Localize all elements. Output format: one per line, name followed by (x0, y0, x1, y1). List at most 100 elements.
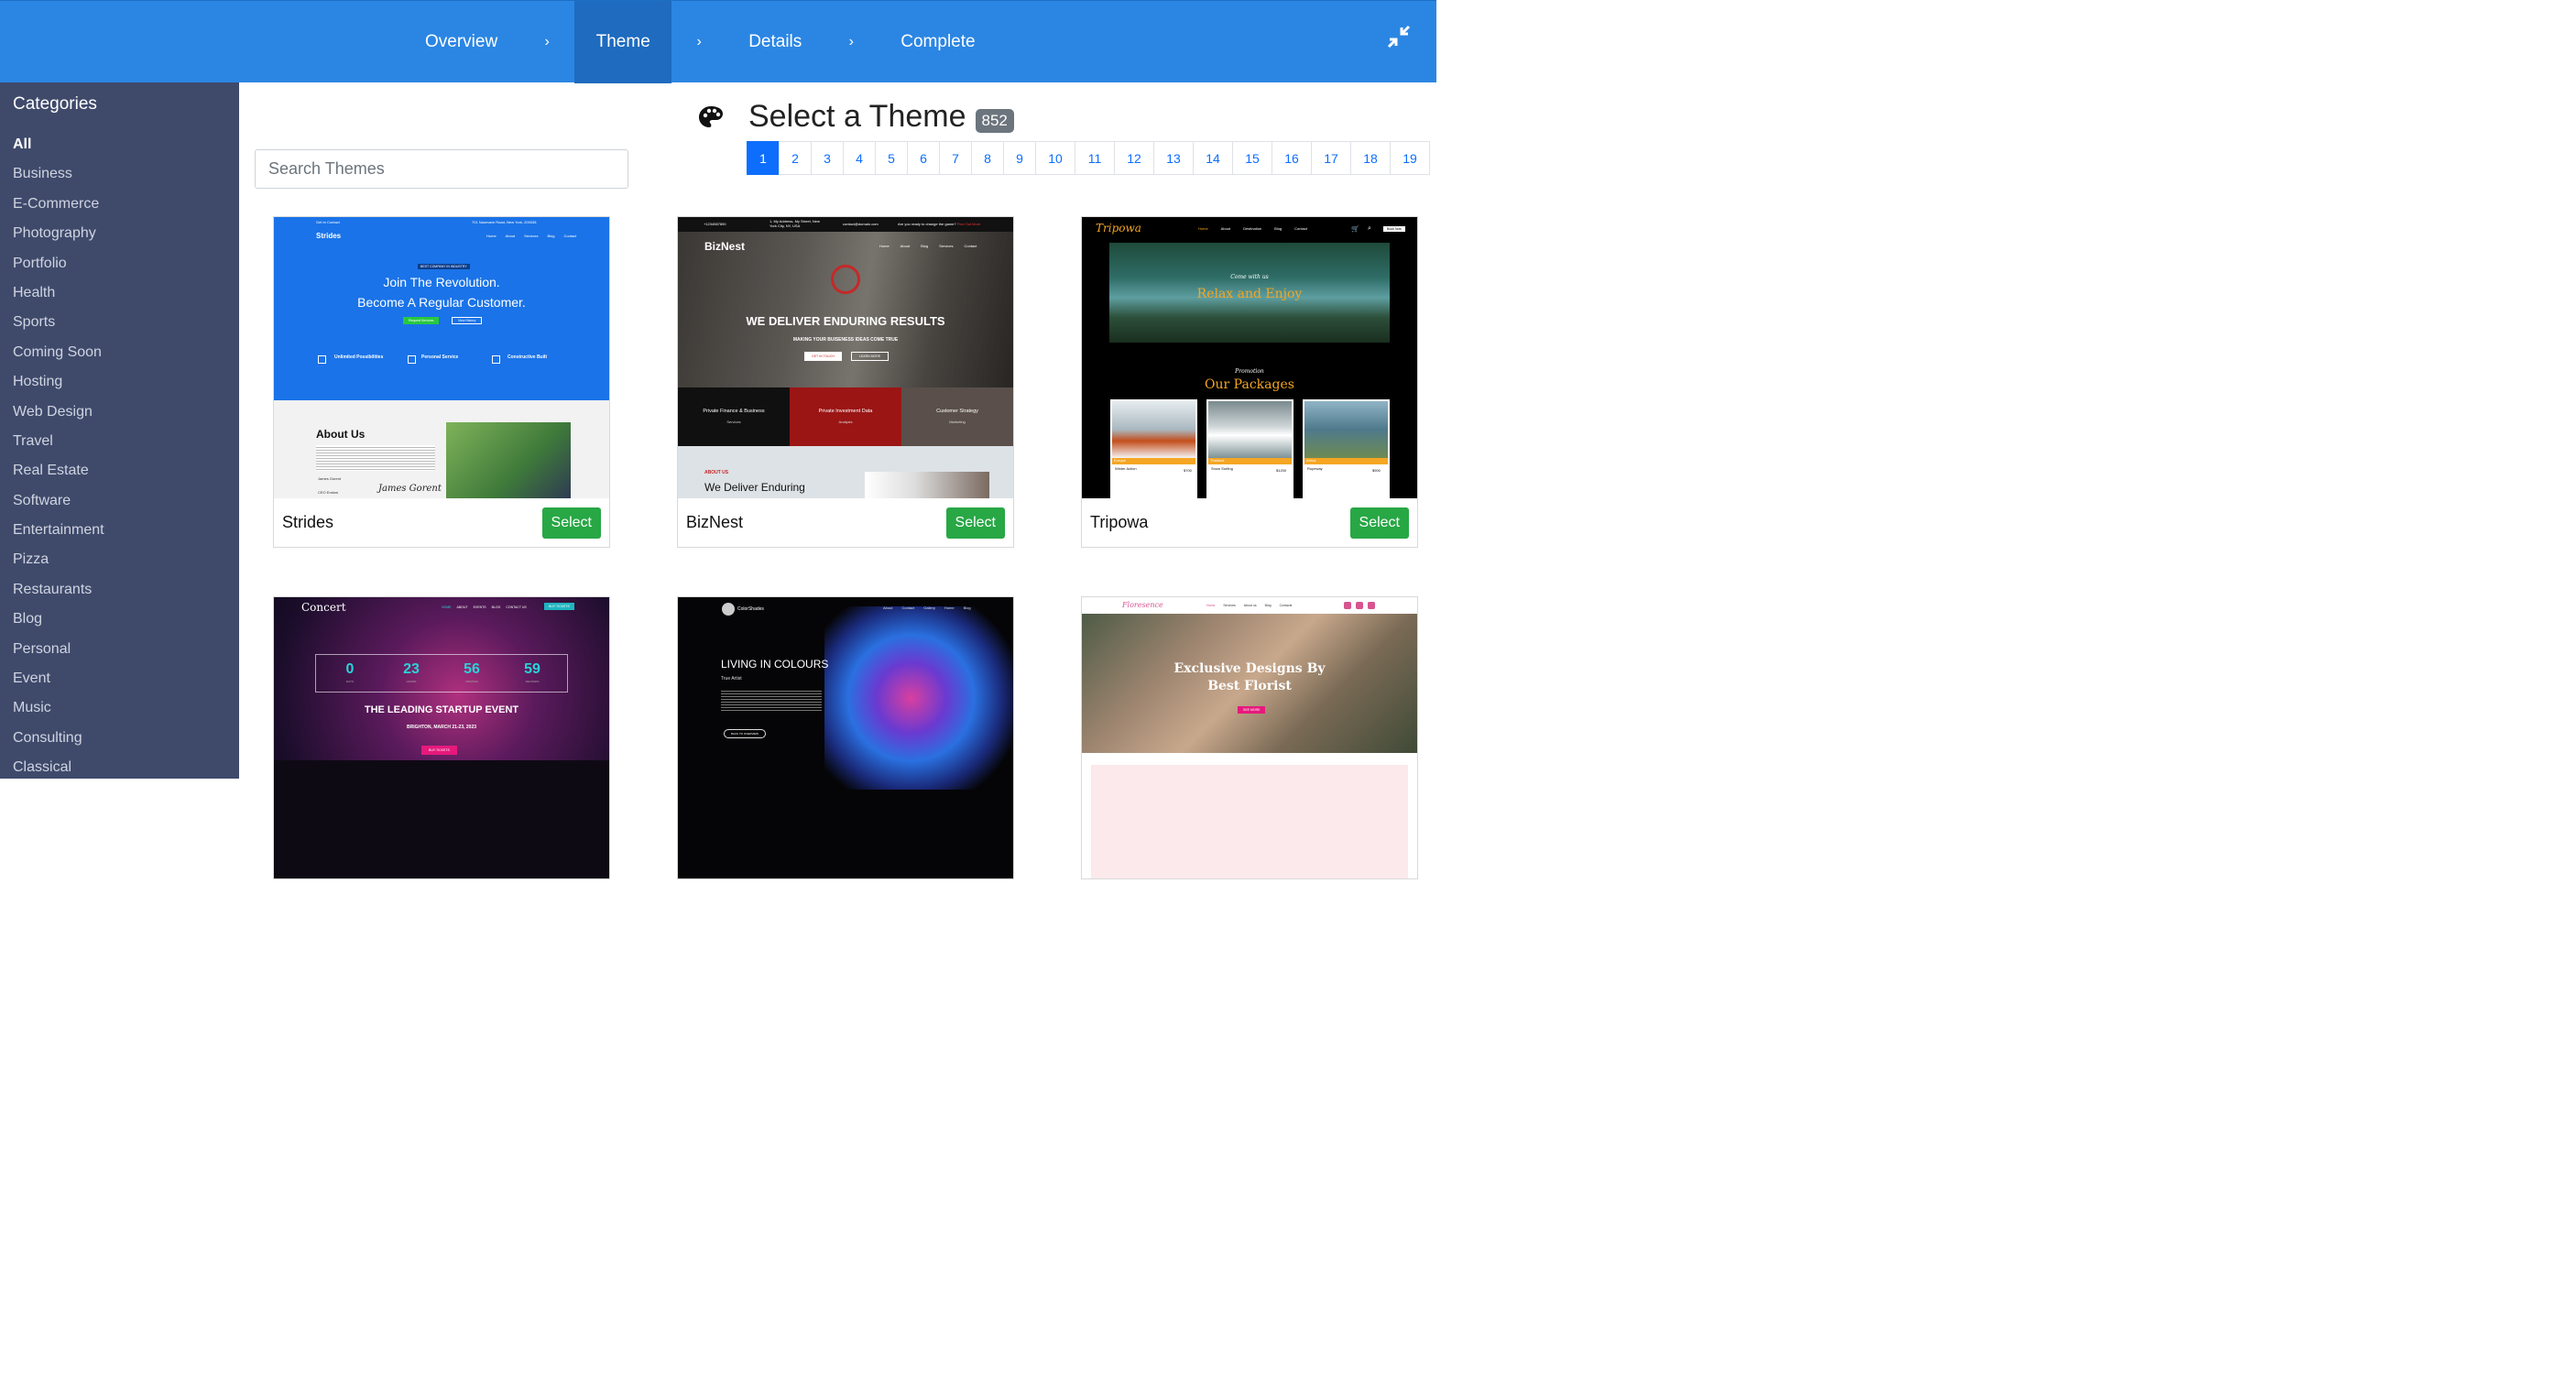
category-real-estate[interactable]: Real Estate (0, 456, 239, 485)
category-entertainment[interactable]: Entertainment (0, 516, 239, 545)
page-13[interactable]: 13 (1153, 141, 1194, 175)
category-sports[interactable]: Sports (0, 308, 239, 337)
preview-text: Thailand (1208, 458, 1292, 464)
preview-text: $700 (1184, 468, 1192, 473)
social-icon (1368, 602, 1375, 609)
card-footer: Strides Select (274, 498, 609, 547)
theme-preview[interactable]: Concert HOME ABOUT EVENTS BLOG CONTACT US BU… (274, 597, 609, 878)
preview-headline: THE LEADING STARTUP EVENT (364, 704, 519, 715)
theme-preview[interactable]: Get In Contact 701 Naumann Road, New Yor… (274, 217, 609, 498)
theme-preview[interactable]: Tripowa Home About Destination Blog Contact … (1082, 217, 1417, 498)
preview-text: James Gorent (318, 476, 342, 481)
preview-text: Analysis (838, 420, 853, 424)
chevron-right-icon: › (544, 34, 550, 49)
page-18[interactable]: 18 (1350, 141, 1391, 175)
preview-text: 0 (345, 661, 355, 677)
preview-text: $1200 (1276, 468, 1287, 473)
page-7[interactable]: 7 (939, 141, 972, 175)
page-3[interactable]: 3 (811, 141, 844, 175)
page-6[interactable]: 6 (907, 141, 940, 175)
category-e-commerce[interactable]: E-Commerce (0, 190, 239, 219)
step-complete[interactable]: Complete (879, 1, 997, 83)
step-overview[interactable]: Overview (403, 1, 519, 83)
chevron-right-icon: › (848, 34, 854, 49)
category-travel[interactable]: Travel (0, 427, 239, 456)
theme-count-badge: 852 (975, 108, 1014, 133)
page-1[interactable]: 1 (747, 141, 780, 175)
page-10[interactable]: 10 (1035, 141, 1075, 175)
preview-text: ABOUT US (704, 470, 729, 475)
theme-preview[interactable]: Floresence Home Services About us Blog Conta… (1082, 597, 1417, 878)
preview-text: CEO Endow (318, 490, 339, 495)
category-hosting[interactable]: Hosting (0, 367, 239, 397)
theme-preview[interactable]: +1234567890 1, My Address, My Street, Ne… (678, 217, 1013, 498)
category-pizza[interactable]: Pizza (0, 545, 239, 574)
preview-paragraph (721, 689, 822, 711)
preview-tile (901, 387, 1013, 446)
page-5[interactable]: 5 (875, 141, 908, 175)
page-header: Select a Theme 852 (697, 99, 1014, 135)
preview-text: BEST COMPANY IN INDUSTRY (418, 264, 470, 269)
preview-nav: Home About Destination Blog Contact (1198, 226, 1307, 231)
category-web-design[interactable]: Web Design (0, 398, 239, 427)
preview-nav: About Contact Gallery Home Blog (883, 605, 971, 610)
search-icon: ⌕ (1368, 225, 1371, 232)
category-health[interactable]: Health (0, 278, 239, 308)
preview-heading: We Deliver Enduring (704, 481, 805, 494)
preview-nav: Home Services About us Blog Contacts (1206, 604, 1293, 607)
preview-text: MINUTES (465, 680, 478, 683)
preview-nav: HOME ABOUT EVENTS BLOG CONTACT US (442, 605, 527, 609)
category-music[interactable]: Music (0, 693, 239, 723)
preview-tile (678, 387, 790, 446)
category-all[interactable]: All (0, 130, 239, 159)
step-theme[interactable]: Theme (574, 1, 672, 83)
theme-name: Strides (282, 513, 334, 531)
preview-button: GET IN TOUCH (804, 352, 842, 361)
select-button[interactable]: Select (945, 507, 1005, 539)
preview-button: Book Now (1383, 226, 1405, 232)
page-4[interactable]: 4 (843, 141, 876, 175)
theme-preview[interactable]: ColorShades About Contact Gallery Home Blog … (678, 597, 1013, 878)
category-business[interactable]: Business (0, 159, 239, 189)
search-input[interactable] (255, 149, 628, 189)
card-footer: BizNest Select (678, 498, 1013, 547)
page-9[interactable]: 9 (1003, 141, 1036, 175)
category-blog[interactable]: Blog (0, 605, 239, 634)
preview-photo (1112, 401, 1195, 458)
category-consulting[interactable]: Consulting (0, 724, 239, 753)
gear-icon (492, 355, 500, 364)
page-2[interactable]: 2 (779, 141, 812, 175)
select-button[interactable]: Select (1349, 507, 1409, 539)
preview-text: HOURS (406, 680, 417, 683)
card-footer: Tripowa Select (1082, 498, 1417, 547)
category-coming-soon[interactable]: Coming Soon (0, 338, 239, 367)
preview-brand: BizNest (704, 240, 746, 253)
preview-heading: About Us (316, 428, 366, 441)
page-8[interactable]: 8 (971, 141, 1004, 175)
preview-section (1091, 765, 1408, 878)
category-personal[interactable]: Personal (0, 635, 239, 664)
page-14[interactable]: 14 (1193, 141, 1233, 175)
compress-arrows-icon[interactable] (1385, 23, 1416, 54)
category-event[interactable]: Event (0, 664, 239, 693)
page-17[interactable]: 17 (1311, 141, 1351, 175)
page-15[interactable]: 15 (1232, 141, 1272, 175)
category-portfolio[interactable]: Portfolio (0, 249, 239, 278)
page-12[interactable]: 12 (1114, 141, 1154, 175)
category-classical[interactable]: Classical (0, 753, 239, 779)
page-19[interactable]: 19 (1390, 141, 1430, 175)
preview-text: Private Finance & Business (703, 409, 765, 414)
select-button[interactable]: Select (541, 507, 601, 539)
page-11[interactable]: 11 (1075, 141, 1115, 175)
category-photography[interactable]: Photography (0, 219, 239, 248)
page-16[interactable]: 16 (1272, 141, 1312, 175)
preview-text: Snow Surfing (1211, 466, 1233, 471)
preview-button: LEARN MORE (851, 352, 890, 361)
step-details[interactable]: Details (726, 1, 824, 83)
category-software[interactable]: Software (0, 486, 239, 516)
cart-icon: 🛒 (1351, 226, 1359, 233)
category-restaurants[interactable]: Restaurants (0, 575, 239, 605)
wizard-header: Overview › Theme › Details › Complete (0, 0, 1436, 83)
theme-card-tripowa: Tripowa Home About Destination Blog Contact … (1081, 216, 1418, 548)
page-title: Select a Theme (748, 99, 966, 134)
